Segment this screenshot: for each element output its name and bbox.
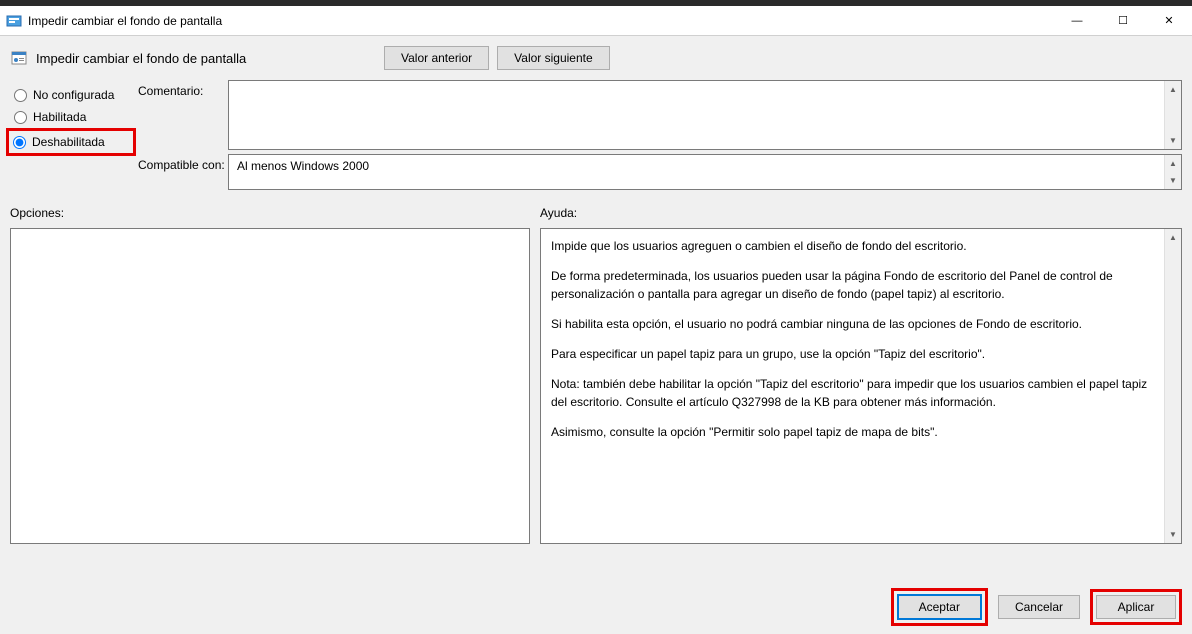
radio-enabled-input[interactable] [14, 111, 27, 124]
policy-icon [10, 49, 28, 67]
scroll-up-icon[interactable]: ▲ [1165, 81, 1182, 98]
compatible-field: Al menos Windows 2000 ▲ ▼ [228, 154, 1182, 190]
help-p3: Si habilita esta opción, el usuario no p… [551, 315, 1157, 333]
help-p6: Asimismo, consulte la opción "Permitir s… [551, 423, 1157, 441]
scroll-down-icon[interactable]: ▼ [1165, 526, 1182, 543]
help-label: Ayuda: [540, 206, 1182, 220]
radio-enabled[interactable]: Habilitada [10, 106, 138, 128]
maximize-button[interactable]: ☐ [1100, 6, 1146, 36]
app-icon [6, 13, 22, 29]
comment-field[interactable]: ▲ ▼ [228, 80, 1182, 150]
minimize-button[interactable]: — [1054, 6, 1100, 36]
compatible-text: Al menos Windows 2000 [237, 159, 369, 173]
radio-not-configured-input[interactable] [14, 89, 27, 102]
radio-not-configured[interactable]: No configurada [10, 84, 138, 106]
options-label: Opciones: [10, 206, 530, 220]
compat-scrollbar[interactable]: ▲ ▼ [1164, 155, 1181, 189]
apply-button[interactable]: Aplicar [1096, 595, 1176, 619]
highlight-ok: Aceptar [891, 588, 988, 626]
radio-disabled-label: Deshabilitada [32, 135, 105, 149]
titlebar: Impedir cambiar el fondo de pantalla — ☐… [0, 6, 1192, 36]
ok-button[interactable]: Aceptar [897, 594, 982, 620]
help-p4: Para especificar un papel tapiz para un … [551, 345, 1157, 363]
scroll-up-icon[interactable]: ▲ [1165, 155, 1182, 172]
dialog-footer: Aceptar Cancelar Aplicar [891, 588, 1182, 626]
policy-title: Impedir cambiar el fondo de pantalla [36, 51, 376, 66]
comment-scrollbar[interactable]: ▲ ▼ [1164, 81, 1181, 149]
radio-not-configured-label: No configurada [33, 88, 114, 102]
highlight-disabled: Deshabilitada [6, 128, 136, 156]
next-value-button[interactable]: Valor siguiente [497, 46, 610, 70]
help-box: Impide que los usuarios agreguen o cambi… [540, 228, 1182, 544]
scroll-down-icon[interactable]: ▼ [1165, 172, 1182, 189]
radio-disabled[interactable]: Deshabilitada [9, 131, 133, 153]
radio-disabled-input[interactable] [13, 136, 26, 149]
help-p2: De forma predeterminada, los usuarios pu… [551, 267, 1157, 303]
scroll-down-icon[interactable]: ▼ [1165, 132, 1182, 149]
highlight-apply: Aplicar [1090, 589, 1182, 625]
options-box [10, 228, 530, 544]
radio-enabled-label: Habilitada [33, 110, 86, 124]
previous-value-button[interactable]: Valor anterior [384, 46, 489, 70]
comment-label: Comentario: [138, 80, 228, 98]
cancel-button[interactable]: Cancelar [998, 595, 1080, 619]
help-p1: Impide que los usuarios agreguen o cambi… [551, 237, 1157, 255]
close-button[interactable]: ✕ [1146, 6, 1192, 36]
window-title: Impedir cambiar el fondo de pantalla [28, 14, 1054, 28]
scroll-up-icon[interactable]: ▲ [1165, 229, 1182, 246]
compatible-label: Compatible con: [138, 154, 228, 172]
help-scrollbar[interactable]: ▲ ▼ [1164, 229, 1181, 543]
help-p5: Nota: también debe habilitar la opción "… [551, 375, 1157, 411]
